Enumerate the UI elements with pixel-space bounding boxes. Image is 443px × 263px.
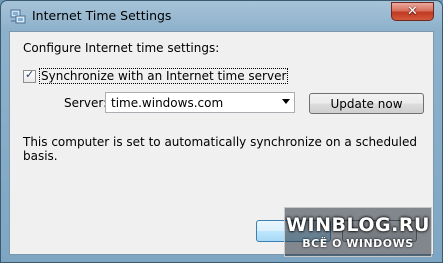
chevron-down-icon[interactable]	[282, 99, 290, 104]
sync-checkbox[interactable]: ✓	[23, 67, 36, 83]
server-combobox[interactable]: time.windows.com	[105, 92, 295, 113]
server-value[interactable]: time.windows.com	[111, 96, 223, 110]
title-bar[interactable]: Internet Time Settings ✕	[1, 1, 442, 32]
dialog-heading: Configure Internet time settings:	[23, 41, 220, 55]
close-button[interactable]: ✕	[391, 2, 434, 21]
watermark-subtitle: ВСЁ О WINDOWS	[302, 237, 414, 250]
server-label: Server:	[64, 96, 108, 110]
update-now-button[interactable]: Update now	[309, 93, 424, 114]
clock-network-icon	[10, 8, 26, 24]
window-title: Internet Time Settings	[32, 8, 172, 23]
watermark-logo: WINBLOG.RU ВСЁ О WINDOWS	[284, 207, 432, 257]
internet-time-settings-window: Internet Time Settings ✕ Configure Inter…	[0, 0, 443, 263]
checkmark-icon: ✓	[25, 67, 35, 81]
sync-checkbox-row[interactable]: ✓ Synchronize with an Internet time serv…	[23, 67, 289, 84]
sync-checkbox-label[interactable]: Synchronize with an Internet time server	[39, 68, 289, 84]
watermark-title: WINBLOG.RU	[286, 214, 430, 236]
sync-status-text: This computer is set to automatically sy…	[23, 135, 417, 163]
close-icon: ✕	[407, 4, 418, 19]
